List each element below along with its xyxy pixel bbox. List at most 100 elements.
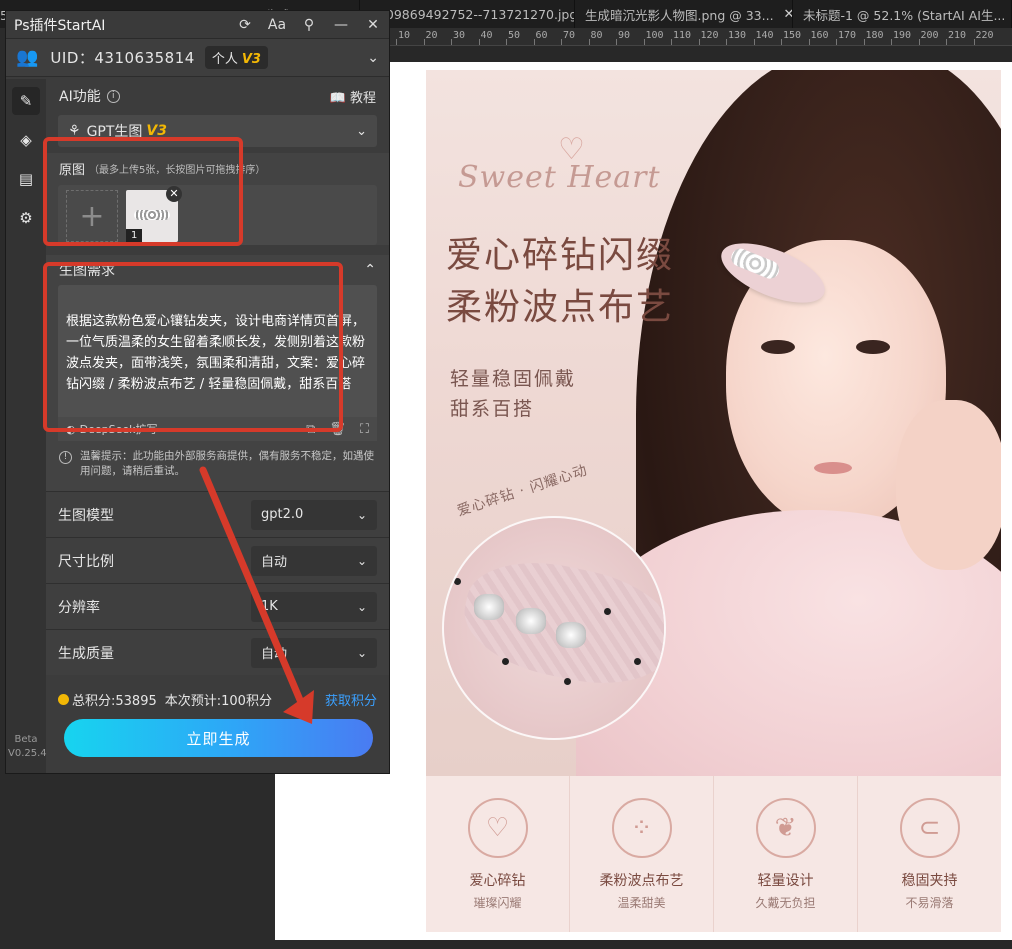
layers-icon[interactable]: ◈ (12, 126, 40, 154)
feature-subtitle: 璀璨闪耀 (473, 896, 522, 910)
polka-dot (454, 578, 461, 585)
doc-tab-4[interactable]: 未标题-1 @ 52.1% (StartAI AI生...✕ (793, 0, 1012, 28)
ruler-tick (698, 39, 700, 45)
uploaded-thumbnail[interactable]: 1 ✕ (126, 186, 182, 242)
ruler-mark: 220 (975, 30, 994, 41)
panel-content: AI功能 i 📖 教程 ⚘ GPT生图 V3 ⌄ 原图 （最多上传5张，长按图片… (46, 79, 389, 757)
ruler-tick (478, 39, 480, 45)
ratio-select[interactable]: 自动 ⌄ (251, 545, 377, 576)
chevron-down-icon: ⌄ (356, 645, 367, 660)
feature-item: ⊂ 稳固夹持 不易滑落 (858, 776, 1001, 932)
ruler-mark: 210 (948, 30, 967, 41)
prompt-label: 生图需求 (59, 263, 115, 279)
feature-title: 轻量设计 (757, 873, 814, 889)
notice-text: 温馨提示：此功能由外部服务商提供，偶有服务不稳定，如遇使用问题，请稍后重试。 (80, 450, 374, 477)
resolution-select[interactable]: 1K ⌄ (251, 591, 377, 622)
model-option-row: 生图模型 gpt2.0 ⌄ (46, 491, 389, 537)
pin-icon[interactable]: ⚲ (293, 17, 325, 33)
prompt-header[interactable]: 生图需求 ⌃ (46, 255, 389, 285)
model-lips (814, 462, 852, 474)
option-value: 自动 (261, 555, 288, 570)
product-poster[interactable]: ♡ Sweet Heart 爱心碎钻闪缀 柔粉波点布艺 轻量稳固佩戴 甜系百搭 … (426, 70, 1001, 932)
close-icon[interactable]: ✕ (357, 17, 389, 33)
close-icon[interactable]: ✕ (784, 7, 792, 22)
expand-icon[interactable]: ⛶ (360, 422, 369, 437)
subline-text: 轻量稳固佩戴 (450, 368, 577, 390)
chevron-up-icon[interactable]: ⌃ (364, 262, 376, 278)
minimize-icon[interactable]: — (325, 17, 357, 33)
panel-titlebar[interactable]: Ps插件StartAI ⟳ Aa ⚲ — ✕ (6, 11, 389, 39)
poster-hero: ♡ Sweet Heart 爱心碎钻闪缀 柔粉波点布艺 轻量稳固佩戴 甜系百搭 … (426, 70, 1001, 776)
thumbnail-index: 1 (126, 229, 143, 242)
document-icon[interactable]: ▤ (12, 165, 40, 193)
function-select[interactable]: ⚘ GPT生图 V3 ⌄ (58, 115, 377, 147)
prompt-textarea[interactable]: 根据这款粉色爱心镶钻发夹，设计电商详情页首屏，一位气质温柔的女生留着柔顺长发，发… (58, 285, 377, 417)
ruler-mark: 140 (755, 30, 774, 41)
feature-subtitle: 温柔甜美 (617, 896, 666, 910)
ruler-mark: 80 (590, 30, 603, 41)
feature-title: 柔粉波点布艺 (599, 873, 684, 889)
ruler-mark: 60 (535, 30, 548, 41)
doc-tab-label: 1709869492752--713721270.jpg (370, 6, 575, 22)
quality-select[interactable]: 自动 ⌄ (251, 637, 377, 668)
gear-icon[interactable]: ⚙ (12, 204, 40, 232)
get-points-link[interactable]: 获取积分 (325, 690, 377, 709)
dots-icon: ⁘ (611, 798, 672, 858)
badge-caption: 爱心碎钻 · 闪耀心动 (455, 462, 590, 520)
ratio-option-row: 尺寸比例 自动 ⌄ (46, 537, 389, 583)
trash-icon[interactable]: 🗑 (329, 422, 346, 437)
subline-text: 甜系百搭 (450, 398, 535, 420)
model-eye (856, 340, 890, 354)
ruler-mark: 180 (865, 30, 884, 41)
account-bar[interactable]: 👥 UID：4310635814 个人 V3 ⌄ (6, 39, 389, 77)
total-points: 总积分:53895 (72, 693, 157, 709)
info-icon[interactable]: i (106, 89, 120, 103)
option-label: 生成质量 (58, 645, 114, 662)
ai-function-label: AI功能 (59, 89, 101, 105)
add-image-button[interactable]: + (66, 190, 118, 242)
model-select[interactable]: gpt2.0 ⌄ (251, 499, 377, 530)
option-label: 尺寸比例 (58, 553, 114, 570)
option-label: 生图模型 (58, 507, 114, 524)
tutorial-link[interactable]: 📖 教程 (330, 87, 376, 106)
ruler-mark: 70 (563, 30, 576, 41)
font-size-icon[interactable]: Aa (261, 17, 293, 33)
ruler-tick (423, 39, 425, 45)
doc-tab-2[interactable]: 1709869492752--713721270.jpg✕ (360, 0, 575, 28)
option-label: 分辨率 (58, 599, 100, 616)
gem-heart (556, 622, 586, 648)
ruler-mark: 10 (398, 30, 411, 41)
polka-dot (502, 658, 509, 665)
polka-dot (634, 658, 641, 665)
gem-heart (474, 594, 504, 620)
refresh-icon[interactable]: ⟳ (229, 17, 261, 33)
feature-title: 稳固夹持 (901, 873, 958, 889)
chevron-down-icon: ⌄ (356, 123, 367, 139)
feather-icon: ❦ (755, 798, 816, 858)
coin-icon (58, 693, 69, 705)
option-value: gpt2.0 (261, 507, 304, 522)
estimated-cost: 本次预计:100积分 (164, 693, 272, 709)
model-hand (896, 400, 1001, 570)
ruler-tick (973, 39, 975, 45)
thumbnail-image (134, 210, 170, 220)
chevron-down-icon[interactable]: ⌄ (367, 50, 379, 66)
image-to-text-icon[interactable]: ⧉ (306, 422, 315, 437)
plan-label: 个人 (211, 52, 238, 67)
tier-badge: V3 (146, 123, 167, 139)
ruler-tick (753, 39, 755, 45)
ruler-tick (506, 39, 507, 45)
notice: ! 温馨提示：此功能由外部服务商提供，偶有服务不稳定，如遇使用问题，请稍后重试。 (46, 441, 389, 489)
version-number: V0.25.4 (8, 748, 47, 759)
remove-icon[interactable]: ✕ (166, 186, 182, 202)
expand-model-label[interactable]: DeepSeek扩写 (80, 421, 158, 437)
quality-option-row: 生成质量 自动 ⌄ (46, 629, 389, 675)
option-value: 自动 (261, 647, 288, 662)
ruler-tick (643, 39, 645, 45)
headline-line: 柔粉波点布艺 (446, 287, 675, 328)
doc-tab-3[interactable]: 生成暗沉光影人物图.png @ 33... ✕ (575, 0, 793, 28)
edit-icon[interactable]: ✎ (12, 87, 40, 115)
generate-button[interactable]: 立即生成 (64, 719, 373, 757)
horizontal-ruler: 10 20 30 40 50 60 70 80 90 100 110 120 130 140 150 160 1… (390, 28, 1012, 46)
ruler-mark: 100 (645, 30, 664, 41)
